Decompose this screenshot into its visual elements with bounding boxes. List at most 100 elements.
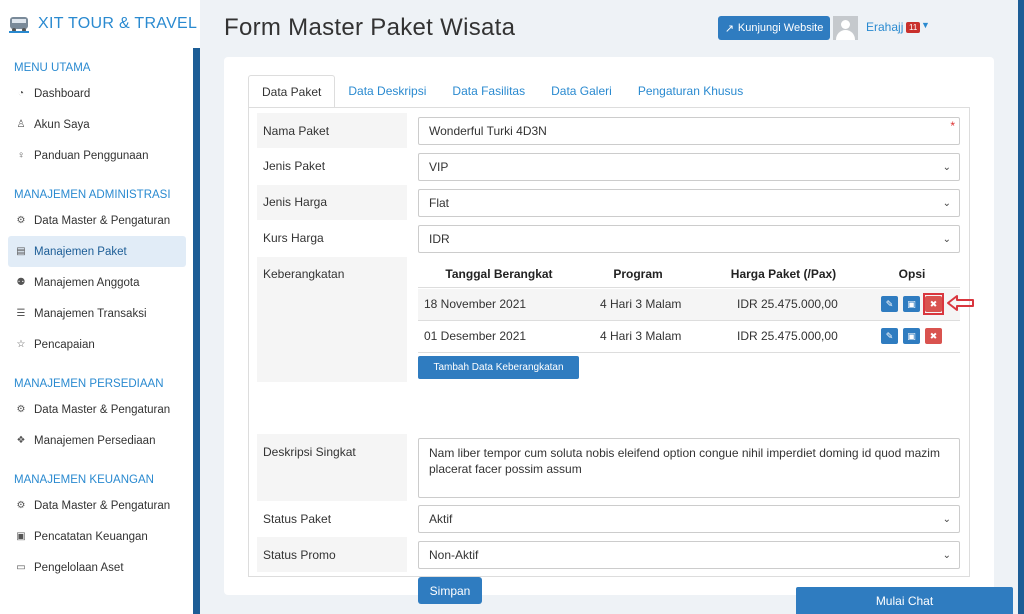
sidebar-nav: MENU UTAMA ◔ Dashboard ♙ Akun Saya ♀ Panduan P… [0,58,200,583]
dashboard-icon: ◔ [17,88,25,99]
sidebar-item[interactable]: ⚙ Data Master & Pengaturan [0,205,186,236]
add-departure-button[interactable]: Tambah Data Keberangkatan [418,356,579,379]
sidebar-item-label: Pencapaian [34,338,95,351]
tanggal-cell: 18 November 2021 [424,297,527,311]
jenis-harga-value: Flat [429,196,450,210]
sidebar-item[interactable]: ⚉ Manajemen Anggota [0,267,186,298]
chevron-down-icon[interactable]: ▼ [921,20,930,30]
table-row: 18 November 2021 4 Hari 3 Malam IDR 25.4… [418,289,974,320]
sidebar-item[interactable]: ♙ Akun Saya [0,109,186,140]
deskripsi-label: Deskripsi Singkat [263,445,356,459]
sidebar-item-label: Dashboard [34,87,91,100]
sidebar-rail [193,48,200,614]
chevron-down-icon: ⌄ [942,162,951,173]
required-mark: * [950,119,955,133]
kurs-harga-value: IDR [429,232,450,246]
sidebar-item-label: Akun Saya [34,118,90,131]
jenis-paket-value: VIP [429,160,449,174]
chevron-down-icon: ⌄ [942,234,951,245]
book-icon: ▤ [16,246,26,257]
status-promo-select[interactable]: Non-Aktif ⌄ [418,541,960,569]
bus-logo-icon [9,17,29,33]
table-row: 01 Desember 2021 4 Hari 3 Malam IDR 25.4… [418,321,960,352]
sidebar-item[interactable]: ▭ Pengelolaan Aset [0,552,186,583]
harga-cell: IDR 25.475.000,00 [737,297,838,311]
delete-button[interactable]: ✖ [925,296,942,312]
gears-icon: ⚙ [16,404,26,415]
nama-paket-value: Wonderful Turki 4D3N [429,124,547,138]
pointer-arrow-icon [947,295,974,311]
tab-bar: Data Paket Data Deskripsi Data Fasilitas… [248,75,756,108]
tab-data-fasilitas[interactable]: Data Fasilitas [439,75,538,108]
sidebar-section-title: MANAJEMEN KEUANGAN [14,474,154,486]
edit-button[interactable]: ✎ [881,328,898,344]
sidebar-item-label: Panduan Penggunaan [34,149,149,162]
sidebar-item-label: Manajemen Persediaan [34,434,156,447]
tab-data-deskripsi[interactable]: Data Deskripsi [335,75,439,108]
sidebar-item[interactable]: ▤ Manajemen Paket [8,236,186,267]
program-cell: 4 Hari 3 Malam [600,297,682,311]
user-name[interactable]: Erahajj [866,20,903,34]
tab-pengaturan-khusus[interactable]: Pengaturan Khusus [625,75,756,108]
kurs-harga-select[interactable]: IDR ⌄ [418,225,960,253]
cart-icon: ☰ [16,308,26,319]
deskripsi-textarea[interactable]: Nam liber tempor cum soluta nobis eleife… [418,438,960,498]
sidebar-section-title: MANAJEMEN ADMINISTRASI [14,189,171,201]
sidebar-item-label: Manajemen Transaksi [34,307,147,320]
nama-paket-input[interactable]: Wonderful Turki 4D3N * [418,117,960,145]
sidebar-item-label: Data Master & Pengaturan [34,499,171,512]
nama-paket-label: Nama Paket [263,124,330,138]
cubes-icon: ❖ [16,435,26,446]
start-chat-button[interactable]: Mulai Chat [796,587,1013,614]
edit-button[interactable]: ✎ [881,296,898,312]
sidebar-item-label: Data Master & Pengaturan [34,403,171,416]
sidebar-item[interactable]: ☰ Manajemen Transaksi [0,298,186,329]
hdd-icon: ▭ [16,562,26,573]
sidebar-item-label: Manajemen Anggota [34,276,140,289]
visit-website-button[interactable]: ↗ Kunjungi Website [718,16,830,40]
form-card: Data Paket Data Deskripsi Data Fasilitas… [224,57,994,604]
sidebar-item[interactable]: ▣ Pencatatan Keuangan [0,521,186,552]
sidebar-item[interactable]: ⚙ Data Master & Pengaturan [0,394,186,425]
col-program: Program [613,267,663,281]
program-cell: 4 Hari 3 Malam [600,329,682,343]
jenis-paket-select[interactable]: VIP ⌄ [418,153,960,181]
price-button[interactable]: ▣ [903,328,920,344]
sidebar-item[interactable]: ☆ Pencapaian [0,329,186,360]
jenis-harga-select[interactable]: Flat ⌄ [418,189,960,217]
chevron-down-icon: ⌄ [942,198,951,209]
sidebar-section-title: MENU UTAMA [14,62,91,74]
col-opsi: Opsi [898,267,926,281]
sidebar-item[interactable]: ♀ Panduan Penggunaan [0,140,186,171]
page-title: Form Master Paket Wisata [224,14,516,41]
delete-button[interactable]: ✖ [925,328,942,344]
external-link-icon: ↗ [724,22,734,35]
gears-icon: ⚙ [16,215,26,226]
notification-badge: 11 [906,22,921,33]
status-promo-value: Non-Aktif [429,548,479,562]
scroll-edge [1018,0,1024,614]
jenis-harga-label: Jenis Harga [263,195,328,209]
save-button[interactable]: Simpan [418,577,482,604]
brand[interactable]: XIT TOUR & TRAVEL [0,0,200,48]
sidebar-item[interactable]: ❖ Manajemen Persediaan [0,425,186,456]
kurs-harga-label: Kurs Harga [263,231,324,245]
user-icon: ♙ [16,119,26,130]
status-paket-label: Status Paket [263,512,332,526]
avatar[interactable] [833,16,858,40]
form-panel: Nama Paket Wonderful Turki 4D3N * Jenis … [248,107,974,604]
status-paket-select[interactable]: Aktif ⌄ [418,505,960,533]
brand-name: XIT TOUR & TRAVEL [38,15,198,32]
keberangkatan-label: Keberangkatan [263,267,345,281]
tab-data-paket[interactable]: Data Paket [248,75,336,108]
sidebar-item[interactable]: ⚙ Data Master & Pengaturan [0,490,186,521]
status-paket-value: Aktif [429,512,453,526]
users-icon: ⚉ [16,277,26,288]
sidebar-item-label: Pengelolaan Aset [34,561,124,574]
sidebar: XIT TOUR & TRAVEL MENU UTAMA ◔ Dashboard ♙ A… [0,0,200,614]
sidebar-item[interactable]: ◔ Dashboard [0,78,186,109]
price-button[interactable]: ▣ [903,296,920,312]
col-tanggal: Tanggal Berangkat [445,267,553,281]
tab-data-galeri[interactable]: Data Galeri [538,75,625,108]
lightbulb-icon: ♀ [17,150,25,161]
